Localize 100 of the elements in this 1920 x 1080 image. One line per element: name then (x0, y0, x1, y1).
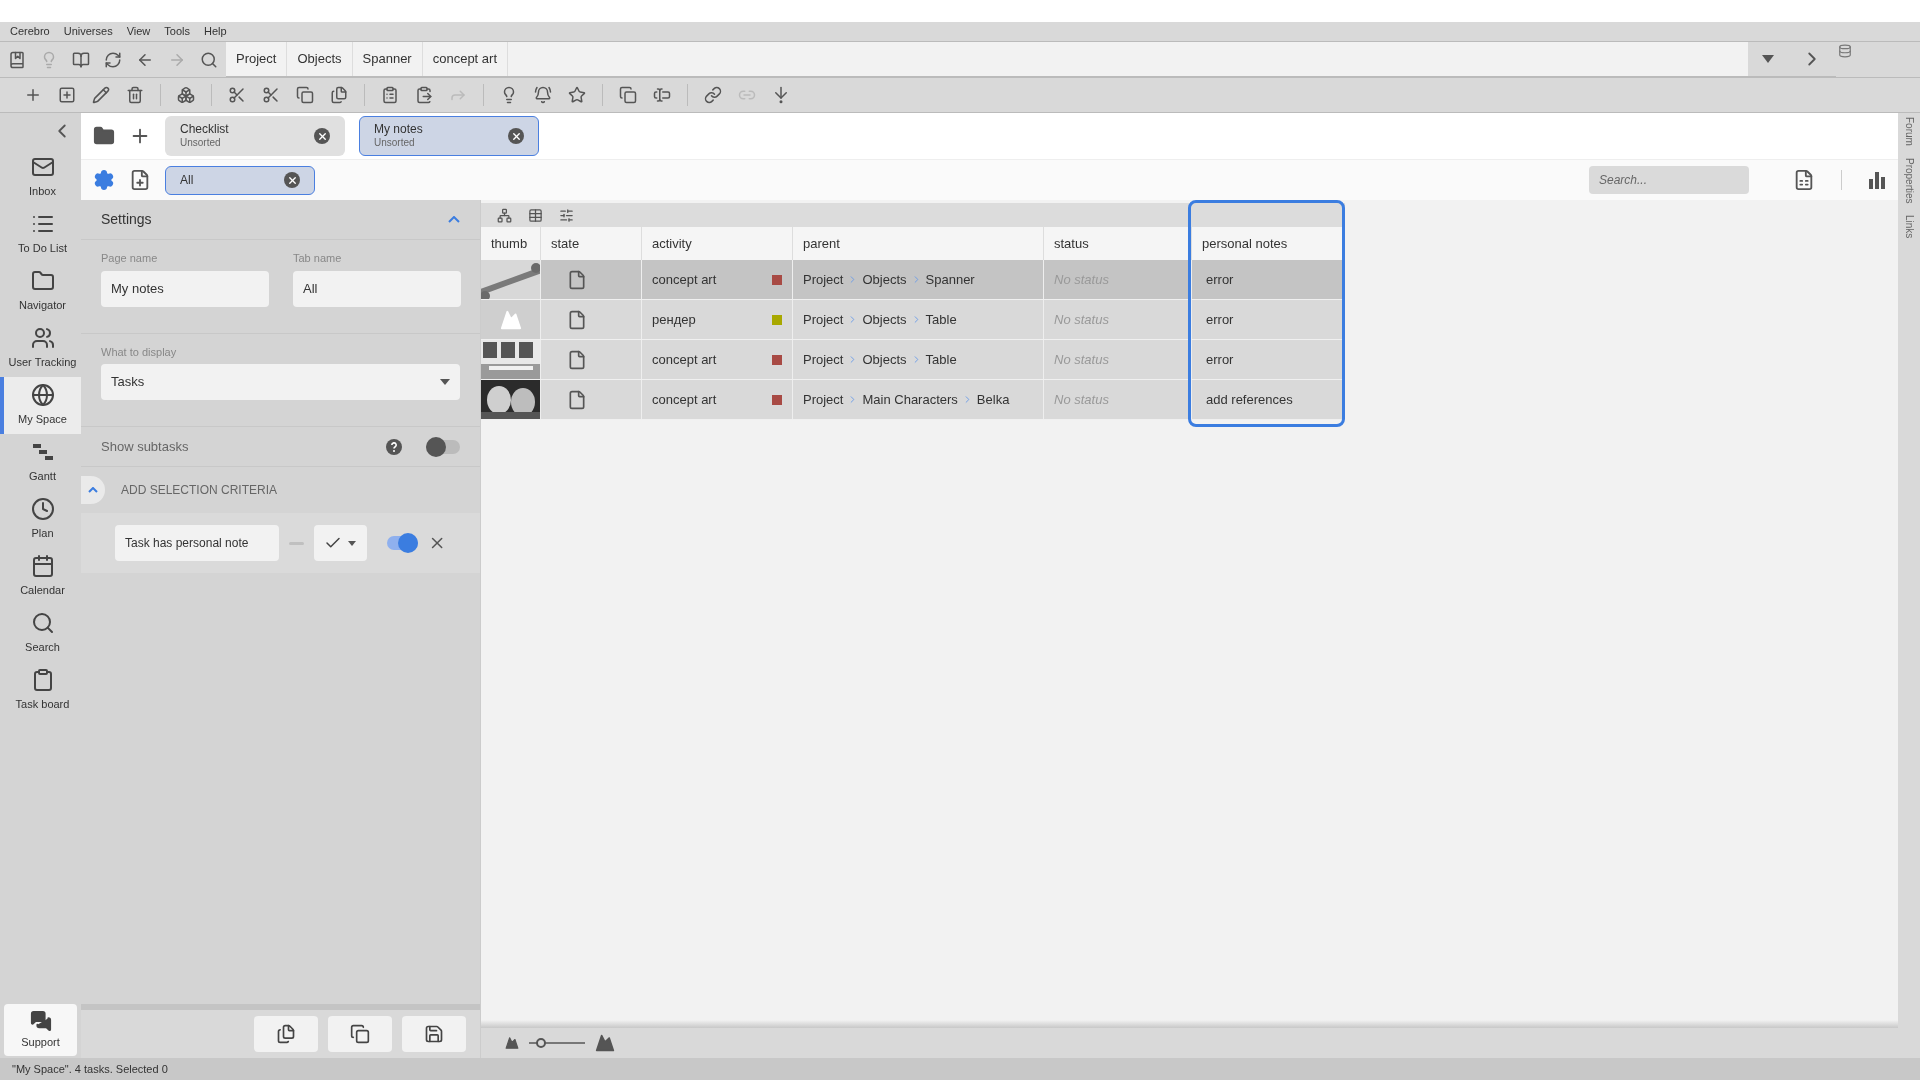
book-icon[interactable] (8, 50, 26, 69)
display-select[interactable]: Tasks (101, 364, 460, 400)
field-label: What to display (101, 344, 178, 360)
parent-link[interactable]: Project (803, 389, 844, 410)
parent-link[interactable]: Project (803, 309, 844, 330)
tab-name-field[interactable]: All (293, 270, 461, 307)
zoom-slider[interactable] (529, 1038, 585, 1048)
table-icon[interactable] (528, 207, 543, 223)
breadcrumb-item[interactable]: Project (226, 42, 288, 76)
small-zoom-icon[interactable] (505, 1036, 519, 1050)
clipboard-icon[interactable] (381, 86, 399, 104)
sidebar-item[interactable]: User Tracking (0, 320, 81, 377)
subtasks-toggle[interactable] (426, 439, 460, 454)
breadcrumb-item[interactable]: concept art (422, 42, 509, 76)
breadcrumb-item[interactable]: Objects (287, 42, 353, 76)
parent-link[interactable]: Table (925, 309, 957, 330)
parent-link[interactable]: Objects (862, 349, 907, 370)
condition-dropdown[interactable] (313, 525, 367, 561)
parent-link[interactable]: Objects (862, 309, 907, 330)
link-icon[interactable] (704, 86, 722, 104)
open-book-icon[interactable] (72, 50, 90, 69)
copy-icon[interactable] (296, 86, 314, 104)
sidebar-item[interactable]: Calendar (0, 548, 81, 605)
menu-item[interactable]: Cerebro (10, 23, 50, 40)
table-row[interactable]: concept art Project Objects Table No status error (481, 340, 1345, 380)
sidebar-item[interactable]: Navigator (0, 263, 81, 320)
close-icon[interactable] (284, 172, 300, 188)
save-button[interactable] (402, 1016, 466, 1052)
page-tab[interactable]: Checklist Unsorted (165, 116, 345, 156)
boxes-icon[interactable] (177, 86, 195, 104)
side-tab[interactable]: Links (1901, 215, 1917, 239)
criteria-field[interactable]: Task has personal note (115, 525, 280, 561)
chat-icon (29, 1009, 52, 1032)
help-icon[interactable] (386, 438, 402, 455)
menu-item[interactable]: Help (204, 23, 227, 40)
caret-icon (440, 379, 450, 385)
arrow-down-icon[interactable] (772, 86, 790, 104)
parent-link[interactable]: Project (803, 349, 844, 370)
database-icon[interactable] (1838, 44, 1852, 58)
copy-page-button[interactable] (254, 1016, 318, 1052)
parent-link[interactable]: Main Characters (862, 389, 958, 410)
folder-icon[interactable] (93, 125, 115, 147)
hierarchy-icon[interactable] (497, 207, 512, 223)
sidebar-item[interactable]: Search (0, 605, 81, 662)
copy-icon[interactable] (619, 86, 637, 104)
bell-icon[interactable] (534, 86, 552, 104)
parent-link[interactable]: Table (925, 349, 957, 370)
duplicate-button[interactable] (328, 1016, 392, 1052)
menu-item[interactable]: View (126, 23, 151, 40)
parent-link[interactable]: Spanner (925, 269, 975, 290)
table-cell-text: add references (1206, 390, 1293, 409)
sidebar-item[interactable]: Gantt (0, 434, 81, 491)
caret-icon (348, 540, 357, 546)
table-row[interactable]: рендер Project Objects Table No status error (481, 300, 1345, 340)
menu-item[interactable]: Universes (63, 23, 113, 40)
spreadsheet-icon[interactable] (1793, 169, 1815, 191)
criteria-toggle[interactable] (386, 536, 418, 550)
scissors-icon[interactable] (262, 86, 280, 104)
dropdown-icon[interactable] (1761, 55, 1774, 63)
settings-header[interactable]: Settings (81, 200, 480, 240)
sidebar-item[interactable]: Plan (0, 491, 81, 548)
paste-icon[interactable] (415, 86, 433, 104)
support-button[interactable]: Support (4, 1004, 77, 1056)
table-row[interactable]: concept art Project Main Characters Belka No status add references (481, 380, 1345, 420)
search-field[interactable]: Search... (1589, 166, 1749, 194)
plus-icon[interactable] (24, 86, 42, 104)
close-icon[interactable] (508, 128, 524, 144)
close-icon[interactable] (314, 128, 330, 144)
file-add-icon[interactable] (129, 169, 151, 191)
field-label: Tab name (293, 251, 343, 266)
page-name-field[interactable]: My notes (101, 270, 269, 307)
collapse-criteria-button[interactable] (81, 476, 105, 504)
large-zoom-icon[interactable] (595, 1033, 615, 1053)
trash-icon[interactable] (126, 86, 144, 104)
bar-chart-icon[interactable] (1868, 171, 1886, 189)
sidebar-item[interactable]: To Do List (0, 206, 81, 263)
parent-link[interactable]: Belka (976, 389, 1010, 410)
star-icon[interactable] (568, 86, 586, 104)
sidebar-item[interactable]: My Space (0, 377, 81, 434)
slider-thumb[interactable] (535, 1038, 546, 1048)
add-square-icon[interactable] (58, 86, 76, 104)
sub-tab[interactable]: All (165, 165, 315, 195)
menu-item[interactable]: Tools (164, 23, 190, 40)
breadcrumb-item[interactable]: Spanner (352, 42, 423, 76)
files-icon[interactable] (330, 86, 348, 104)
refresh-icon[interactable] (104, 50, 122, 69)
settings-icon[interactable] (93, 169, 115, 191)
collapse-icon[interactable] (448, 216, 460, 223)
scissors-icon[interactable] (228, 86, 246, 104)
sidebar-item[interactable]: Inbox (0, 149, 81, 206)
side-tab[interactable]: Properties (1901, 157, 1917, 204)
text-cursor-icon[interactable] (653, 86, 671, 104)
sliders-icon[interactable] (559, 207, 574, 223)
parent-link[interactable]: Project (803, 269, 844, 290)
pencil-icon[interactable] (92, 86, 110, 104)
sidebar-item[interactable]: Task board (0, 662, 81, 719)
side-tab[interactable]: Forum (1901, 117, 1917, 146)
page-tab[interactable]: My notes Unsorted (359, 116, 539, 156)
search-icon[interactable] (200, 50, 218, 69)
parent-link[interactable]: Objects (862, 269, 907, 290)
